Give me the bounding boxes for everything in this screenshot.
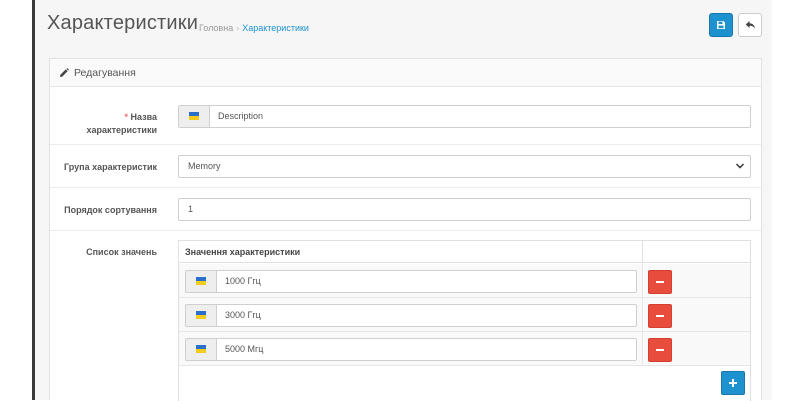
name-form-row: * Назва характеристики Description xyxy=(50,88,761,145)
language-addon xyxy=(179,106,210,127)
name-input[interactable]: Description xyxy=(218,111,263,121)
sort-order-value[interactable]: 1 xyxy=(188,204,193,214)
minus-icon xyxy=(656,315,664,317)
remove-value-button[interactable] xyxy=(648,304,672,328)
group-select[interactable]: Memory xyxy=(178,155,751,178)
minus-icon xyxy=(656,349,664,351)
add-value-button[interactable] xyxy=(721,371,745,395)
value-input-group[interactable]: 1000 Ггц xyxy=(185,270,637,293)
sort-order-label: Порядок сортування xyxy=(64,205,157,215)
plus-icon-vertical xyxy=(732,379,734,387)
values-list-label: Список значень xyxy=(86,247,157,257)
content-area: Характеристики Головна › Характеристики Ре… xyxy=(35,0,772,401)
ukraine-flag-icon xyxy=(196,277,206,285)
group-select-value: Memory xyxy=(188,161,221,171)
sort-order-input[interactable]: 1 xyxy=(178,198,751,221)
group-label: Група характеристик xyxy=(64,162,157,172)
minus-icon xyxy=(656,281,664,283)
ukraine-flag-icon xyxy=(196,345,206,353)
column-divider xyxy=(642,332,643,366)
page-title: Характеристики xyxy=(47,12,199,34)
save-icon xyxy=(717,21,725,29)
edit-panel: Редагування * Назва характеристики Descr… xyxy=(49,58,762,401)
page-header: Характеристики Головна › Характеристики xyxy=(47,0,762,48)
required-mark: * xyxy=(124,112,128,122)
pencil-icon xyxy=(60,68,69,77)
column-divider xyxy=(642,241,643,263)
values-table: Значення характеристики 1000 Ггц 3000 Гг… xyxy=(178,240,751,401)
language-addon xyxy=(186,339,217,360)
column-divider xyxy=(642,264,643,298)
back-button[interactable] xyxy=(738,13,762,37)
breadcrumb: Головна › Характеристики xyxy=(199,23,309,33)
values-column-header: Значення характеристики xyxy=(185,247,301,257)
value-row: 3000 Ггц xyxy=(179,298,750,332)
value-input-group[interactable]: 5000 Мгц xyxy=(185,338,637,361)
value-row: 1000 Ггц xyxy=(179,264,750,298)
value-row: 5000 Мгц xyxy=(179,332,750,366)
reply-icon xyxy=(745,21,755,29)
sort-order-form-row: Порядок сортування 1 xyxy=(50,188,761,231)
breadcrumb-home-link[interactable]: Головна xyxy=(199,23,233,33)
language-addon xyxy=(186,271,217,292)
value-input-group[interactable]: 3000 Ггц xyxy=(185,304,637,327)
chevron-down-icon xyxy=(736,163,744,169)
remove-value-button[interactable] xyxy=(648,270,672,294)
value-input[interactable]: 5000 Мгц xyxy=(225,344,263,354)
name-label-line2: характеристики xyxy=(86,125,157,135)
panel-heading: Редагування xyxy=(50,59,761,87)
values-table-header: Значення характеристики xyxy=(179,241,750,263)
name-label-line1: Назва xyxy=(130,112,157,122)
panel-title: Редагування xyxy=(74,67,136,79)
name-label: * Назва характеристики xyxy=(87,111,157,137)
outer-margin xyxy=(0,0,34,400)
value-input[interactable]: 1000 Ггц xyxy=(225,276,261,286)
language-addon xyxy=(186,305,217,326)
value-input[interactable]: 3000 Ггц xyxy=(225,310,261,320)
save-button[interactable] xyxy=(709,13,733,37)
ukraine-flag-icon xyxy=(196,311,206,319)
remove-value-button[interactable] xyxy=(648,338,672,362)
ukraine-flag-icon xyxy=(189,112,199,120)
column-divider xyxy=(642,298,643,332)
breadcrumb-current-link[interactable]: Характеристики xyxy=(242,23,309,33)
name-input-group[interactable]: Description xyxy=(178,105,751,128)
group-form-row: Група характеристик Memory xyxy=(50,145,761,188)
breadcrumb-separator: › xyxy=(236,23,240,33)
